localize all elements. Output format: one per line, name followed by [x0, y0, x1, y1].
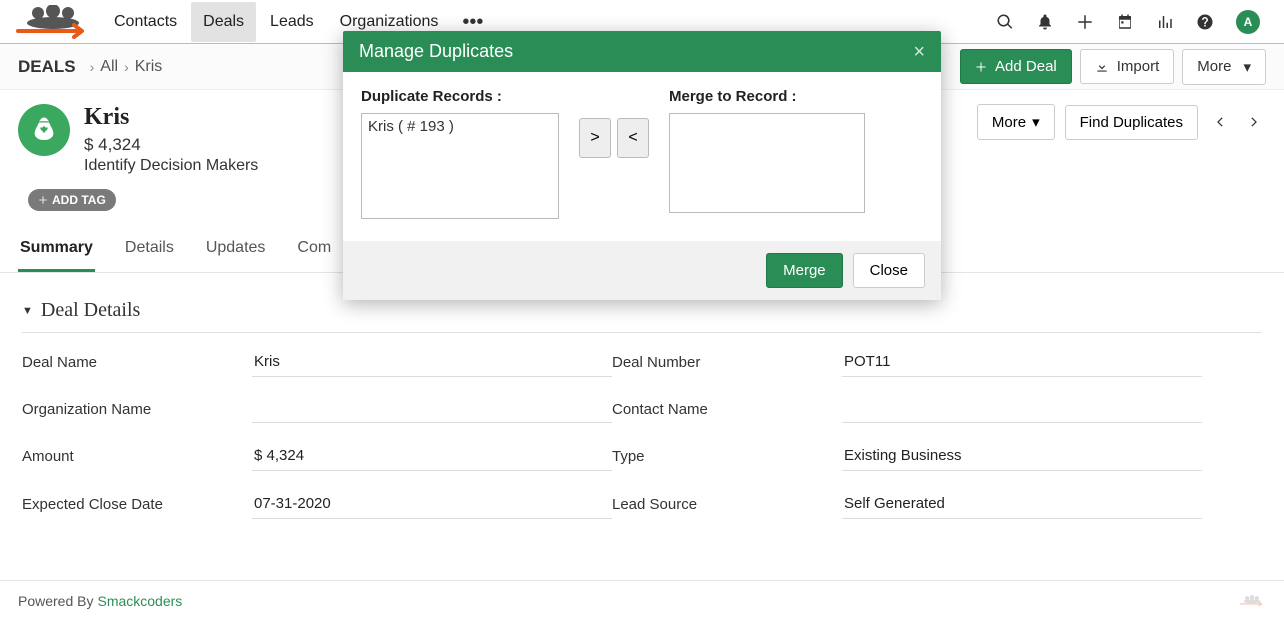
duplicate-records-list[interactable]: Kris ( # 193 ) — [361, 113, 559, 219]
prev-record-icon[interactable] — [1208, 110, 1232, 134]
record-actions: More ▾ Find Duplicates — [977, 104, 1266, 140]
field-value[interactable]: Self Generated — [842, 489, 1202, 519]
field-label: Type — [612, 448, 842, 465]
nav-leads[interactable]: Leads — [258, 2, 326, 42]
close-button[interactable]: Close — [853, 253, 925, 288]
field-value[interactable]: POT11 — [842, 347, 1202, 377]
record-more-button[interactable]: More ▾ — [977, 104, 1055, 140]
divider — [22, 332, 1262, 333]
duplicate-records-column: Duplicate Records : Kris ( # 193 ) — [361, 88, 559, 219]
move-left-button[interactable]: < — [617, 118, 649, 158]
field-label: Contact Name — [612, 401, 842, 418]
chevron-right-icon: › — [90, 59, 95, 75]
field-label: Organization Name — [22, 401, 252, 418]
add-deal-button[interactable]: Add Deal — [960, 49, 1072, 84]
caret-down-icon: ▼ — [22, 305, 33, 317]
record-amount: $ 4,324 — [84, 135, 258, 155]
find-duplicates-button[interactable]: Find Duplicates — [1065, 105, 1198, 140]
section-title-text: Deal Details — [41, 299, 140, 322]
field-label: Lead Source — [612, 496, 842, 513]
caret-down-icon: ▾ — [1032, 113, 1040, 131]
breadcrumb-module[interactable]: DEALS — [18, 57, 76, 77]
field-label: Deal Name — [22, 354, 252, 371]
deal-details-section: ▼ Deal Details Deal Name Kris Deal Numbe… — [0, 273, 1284, 519]
field-value[interactable] — [252, 395, 612, 423]
powered-by-label: Powered By — [18, 593, 93, 609]
modal-header: Manage Duplicates × — [343, 31, 941, 72]
vendor-link[interactable]: Smackcoders — [97, 593, 182, 609]
app-logo[interactable] — [10, 4, 96, 40]
footer: Powered By Smackcoders — [0, 580, 1284, 620]
nav-deals[interactable]: Deals — [191, 2, 256, 42]
plus-icon — [975, 61, 987, 73]
field-label: Expected Close Date — [22, 496, 252, 513]
merge-to-column: Merge to Record : — [669, 88, 865, 213]
merge-button[interactable]: Merge — [766, 253, 843, 288]
tab-summary[interactable]: Summary — [18, 229, 95, 272]
calendar-icon[interactable] — [1116, 13, 1134, 31]
nav-more-icon[interactable]: ••• — [452, 17, 493, 27]
field-label: Deal Number — [612, 354, 842, 371]
add-deal-label: Add Deal — [995, 58, 1057, 75]
record-stage: Identify Decision Makers — [84, 157, 258, 175]
import-button[interactable]: Import — [1080, 49, 1175, 84]
list-item[interactable]: Kris ( # 193 ) — [366, 116, 554, 137]
add-tag-button[interactable]: ADD TAG — [28, 189, 116, 211]
field-value[interactable]: Kris — [252, 347, 612, 377]
field-label: Amount — [22, 448, 252, 465]
chart-icon[interactable] — [1156, 13, 1174, 31]
add-tag-label: ADD TAG — [52, 193, 106, 207]
merge-to-label: Merge to Record : — [669, 88, 865, 105]
download-icon — [1095, 60, 1109, 74]
bell-icon[interactable] — [1036, 13, 1054, 31]
tab-comments[interactable]: Com — [295, 229, 333, 272]
more-button[interactable]: More ▾ — [1182, 49, 1266, 85]
field-value[interactable]: Existing Business — [842, 441, 1202, 471]
import-label: Import — [1117, 58, 1160, 75]
search-icon[interactable] — [996, 13, 1014, 31]
nav-contacts[interactable]: Contacts — [102, 2, 189, 42]
more-label: More — [1197, 58, 1231, 75]
modal-footer: Merge Close — [343, 241, 941, 300]
tab-updates[interactable]: Updates — [204, 229, 268, 272]
caret-down-icon: ▾ — [1243, 58, 1251, 76]
tab-details[interactable]: Details — [123, 229, 176, 272]
breadcrumb-all[interactable]: All — [100, 58, 118, 76]
help-icon[interactable] — [1196, 13, 1214, 31]
field-value[interactable]: 07-31-2020 — [252, 489, 612, 519]
field-value[interactable]: $ 4,324 — [252, 441, 612, 471]
plus-icon — [38, 195, 48, 205]
duplicate-records-label: Duplicate Records : — [361, 88, 559, 105]
footer-logo-icon — [1238, 590, 1266, 612]
move-right-button[interactable]: > — [579, 118, 611, 158]
breadcrumb-current: Kris — [135, 58, 163, 76]
manage-duplicates-modal: Manage Duplicates × Duplicate Records : … — [343, 31, 941, 300]
field-value[interactable] — [842, 395, 1202, 423]
record-more-label: More — [992, 114, 1026, 131]
chevron-right-icon: › — [124, 59, 129, 75]
merge-to-list[interactable] — [669, 113, 865, 213]
section-title[interactable]: ▼ Deal Details — [22, 299, 1262, 322]
top-icons: A — [996, 10, 1260, 34]
detail-grid: Deal Name Kris Deal Number POT11 Organiz… — [22, 347, 1262, 519]
modal-title: Manage Duplicates — [359, 41, 513, 62]
record-title: Kris — [84, 104, 258, 131]
next-record-icon[interactable] — [1242, 110, 1266, 134]
user-avatar[interactable]: A — [1236, 10, 1260, 34]
close-icon[interactable]: × — [913, 42, 925, 62]
deal-icon — [18, 104, 70, 156]
plus-icon[interactable] — [1076, 13, 1094, 31]
move-buttons: > < — [579, 118, 649, 158]
